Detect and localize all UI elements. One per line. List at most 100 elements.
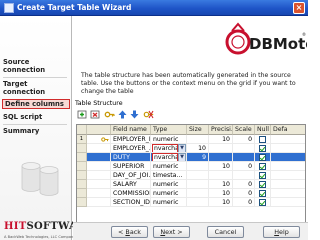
cell-default[interactable] — [271, 144, 305, 153]
null-checkbox[interactable] — [259, 190, 266, 197]
help-button[interactable]: Help — [263, 226, 300, 238]
step-source-connection[interactable]: Source connection — [3, 58, 69, 74]
cell-precision[interactable]: 10 — [209, 135, 233, 144]
cell-field-name[interactable]: DUTY — [111, 153, 151, 162]
cell-field-name[interactable]: COMMISSION — [111, 189, 151, 198]
delete-column-icon[interactable] — [90, 109, 101, 120]
row-indicator[interactable] — [77, 171, 87, 180]
cell-size[interactable] — [187, 162, 209, 171]
cell-precision[interactable] — [209, 153, 233, 162]
cell-size[interactable]: 10 — [187, 144, 209, 153]
null-checkbox[interactable] — [259, 181, 266, 188]
column-header-size[interactable]: Size — [187, 125, 209, 135]
cell-field-name[interactable]: DAY_OF_JOI... — [111, 171, 151, 180]
cell-precision[interactable]: 10 — [209, 162, 233, 171]
cell-size[interactable] — [187, 171, 209, 180]
cell-precision[interactable]: 10 — [209, 180, 233, 189]
null-checkbox[interactable] — [259, 163, 266, 170]
cell-size[interactable] — [187, 189, 209, 198]
cell-size[interactable]: 9 — [187, 153, 209, 162]
cell-type[interactable]: timesta... — [151, 171, 187, 180]
null-checkbox[interactable] — [259, 145, 266, 152]
cell-size[interactable] — [187, 198, 209, 207]
step-sql-script[interactable]: SQL script — [3, 113, 69, 121]
key-icon[interactable] — [104, 109, 115, 120]
cell-default[interactable] — [271, 135, 305, 144]
next-button[interactable]: Next > — [153, 226, 190, 238]
cell-scale[interactable]: 0 — [233, 135, 255, 144]
remove-key-icon[interactable] — [143, 109, 154, 120]
cell-scale[interactable]: 0 — [233, 198, 255, 207]
table-row[interactable]: DUTYnvarchar▼9 — [77, 153, 305, 162]
null-checkbox[interactable] — [259, 172, 266, 179]
column-header-scale[interactable]: Scale — [233, 125, 255, 135]
row-indicator[interactable] — [77, 144, 87, 153]
cell-default[interactable] — [271, 171, 305, 180]
cell-scale[interactable]: 0 — [233, 180, 255, 189]
cell-precision[interactable]: 10 — [209, 189, 233, 198]
close-button[interactable]: × — [293, 2, 305, 14]
row-indicator[interactable] — [77, 198, 87, 207]
row-indicator[interactable]: 1 — [77, 135, 87, 144]
cell-size[interactable] — [187, 135, 209, 144]
cell-scale[interactable] — [233, 144, 255, 153]
column-header-null[interactable]: Null — [255, 125, 271, 135]
cell-field-name[interactable]: SUPERIOR — [111, 162, 151, 171]
type-select[interactable]: nvarchar — [152, 153, 178, 161]
cancel-button[interactable]: Cancel — [207, 226, 244, 238]
table-structure-grid[interactable]: Field name Type Size Precisi... Scale Nu… — [76, 124, 306, 237]
cell-default[interactable] — [271, 180, 305, 189]
table-row[interactable]: SECTION_ID numeric 10 0 — [77, 198, 305, 207]
cell-field-name[interactable]: SECTION_ID — [111, 198, 151, 207]
cell-scale[interactable] — [233, 171, 255, 180]
cell-precision[interactable] — [209, 144, 233, 153]
row-indicator[interactable] — [77, 153, 87, 162]
cell-scale[interactable] — [233, 153, 255, 162]
column-header-default[interactable]: Defa — [271, 125, 305, 135]
row-indicator[interactable] — [77, 162, 87, 171]
cell-type[interactable]: numeric — [151, 180, 187, 189]
add-column-icon[interactable] — [77, 109, 88, 120]
step-target-connection[interactable]: Target connection — [3, 80, 69, 96]
cell-type[interactable]: nvarchar▼ — [151, 153, 187, 162]
cell-default[interactable] — [271, 189, 305, 198]
null-checkbox[interactable] — [259, 199, 266, 206]
cell-default[interactable] — [271, 153, 305, 162]
column-header-type[interactable]: Type — [151, 125, 187, 135]
cell-type[interactable]: numeric — [151, 189, 187, 198]
table-row[interactable]: 1 EMPLOYER_IDnumeric 100 — [77, 135, 305, 144]
cell-scale[interactable]: 0 — [233, 189, 255, 198]
chevron-down-icon[interactable]: ▼ — [178, 153, 186, 161]
cell-precision[interactable]: 10 — [209, 198, 233, 207]
step-define-columns[interactable]: Define columns — [2, 99, 70, 109]
step-summary[interactable]: Summary — [3, 127, 69, 135]
move-up-icon[interactable] — [117, 109, 128, 120]
cell-precision[interactable] — [209, 171, 233, 180]
cell-type[interactable]: nvarchar▼ — [151, 144, 187, 153]
cell-type[interactable]: numeric — [151, 198, 187, 207]
table-row[interactable]: SALARY numeric 10 0 — [77, 180, 305, 189]
cell-field-name[interactable]: EMPLOYER_... — [111, 144, 151, 153]
null-checkbox[interactable] — [259, 136, 266, 143]
cell-default[interactable] — [271, 198, 305, 207]
table-row[interactable]: DAY_OF_JOI... timesta... — [77, 171, 305, 180]
row-indicator[interactable] — [77, 180, 87, 189]
move-down-icon[interactable] — [129, 109, 140, 120]
cell-default[interactable] — [271, 162, 305, 171]
cell-field-name[interactable]: SALARY — [111, 180, 151, 189]
type-select[interactable]: nvarchar — [152, 144, 178, 152]
cell-type[interactable]: numeric — [151, 135, 187, 144]
null-checkbox[interactable] — [259, 154, 266, 161]
column-header-field-name[interactable]: Field name — [111, 125, 151, 135]
column-header-precision[interactable]: Precisi... — [209, 125, 233, 135]
table-row[interactable]: SUPERIOR numeric 10 0 — [77, 162, 305, 171]
row-indicator[interactable] — [77, 189, 87, 198]
cell-size[interactable] — [187, 180, 209, 189]
chevron-down-icon[interactable]: ▼ — [178, 144, 186, 152]
cell-scale[interactable]: 0 — [233, 162, 255, 171]
cell-type[interactable]: numeric — [151, 162, 187, 171]
table-row[interactable]: EMPLOYER_...nvarchar▼10 — [77, 144, 305, 153]
table-row[interactable]: COMMISSION numeric 10 0 — [77, 189, 305, 198]
back-button[interactable]: < Back — [111, 226, 148, 238]
cell-field-name[interactable]: EMPLOYER_ID — [111, 135, 151, 144]
